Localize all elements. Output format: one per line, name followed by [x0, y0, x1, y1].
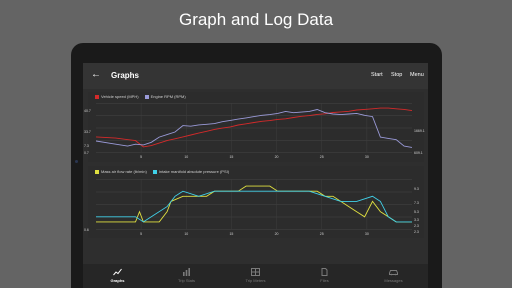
x-tick: 15 [229, 232, 233, 236]
x-tick: 25 [320, 232, 324, 236]
chart-1-plot[interactable]: 5 10 15 20 25 30 [96, 103, 412, 159]
y-tick: 0.6 [84, 228, 89, 232]
file-icon [320, 268, 329, 276]
series-line-vehicle-speed-mph [96, 107, 412, 148]
x-tick: 20 [275, 232, 279, 236]
x-tick: 10 [184, 232, 188, 236]
legend-1: Vehicle speed (MPH) Engine RPM (RPM) [95, 94, 186, 99]
app-screen: ← Graphs Start Stop Menu Vehicle speed (… [83, 63, 428, 288]
chart-panel-1: Vehicle speed (MPH) Engine RPM (RPM) 40.… [84, 92, 425, 162]
y-tick-right: 7.3 [414, 201, 419, 205]
meters-icon [251, 268, 260, 276]
x-tick: 15 [229, 155, 233, 159]
y-tick: 33.7 [84, 130, 91, 134]
tab-messages[interactable]: Messages [359, 264, 428, 288]
y-tick-right: 609.1 [414, 151, 423, 155]
headline: Graph and Log Data [178, 10, 334, 29]
tab-graphs[interactable]: Graphs [83, 264, 152, 288]
y-tick-right: 2.3 [414, 230, 419, 234]
bar-chart-icon [182, 268, 191, 276]
x-tick: 30 [365, 155, 369, 159]
y-tick-right: 5.3 [414, 210, 419, 214]
legend-swatch-maf [95, 169, 99, 174]
tab-label: Graphs [110, 278, 125, 283]
x-tick: 5 [140, 155, 142, 159]
chart-2-plot[interactable]: 5 10 15 20 25 30 [96, 179, 412, 236]
x-tick: 10 [184, 155, 188, 159]
y-tick-right: 3.3 [414, 218, 419, 222]
page-title: Graphs [111, 71, 140, 80]
camera-dot [75, 160, 78, 163]
legend-swatch-map [152, 169, 157, 174]
line-chart-icon [113, 268, 122, 276]
tab-label: Trip Meters [245, 278, 266, 283]
legend-label-map: Intake manifold absolute pressure (PSI) [158, 169, 230, 174]
x-tick: 30 [365, 232, 369, 236]
tab-trip-stats[interactable]: Trip Stats [152, 264, 221, 288]
tab-label: Trip Stats [178, 278, 195, 283]
legend-label-maf: Mass air flow rate (lb/min) [101, 169, 147, 174]
tab-label: Messages [384, 278, 403, 283]
app-bar: ← Graphs Start Stop Menu [83, 63, 428, 89]
bottom-nav: Graphs Trip Stats Trip Meters Files Mess… [83, 264, 428, 288]
x-tick: 20 [275, 155, 279, 159]
y-tick: 0.7 [84, 151, 89, 155]
x-tick: 5 [140, 232, 142, 236]
legend-swatch-rpm [144, 94, 149, 99]
y-tick-right: 2.3 [414, 224, 419, 228]
chart-panel-2: Mass air flow rate (lb/min) Intake manif… [84, 166, 424, 238]
tab-files[interactable]: Files [290, 264, 359, 288]
stop-button[interactable]: Stop [391, 72, 402, 78]
y-tick-right: 1669.1 [414, 129, 425, 133]
legend-label-rpm: Engine RPM (RPM) [150, 94, 186, 99]
tab-trip-meters[interactable]: Trip Meters [221, 264, 290, 288]
y-tick: 40.7 [84, 109, 91, 113]
legend-2: Mass air flow rate (lb/min) Intake manif… [95, 169, 229, 174]
series-line-engine-rpm-rpm [96, 109, 412, 148]
legend-swatch-speed [95, 94, 99, 99]
y-tick-right: 9.3 [414, 187, 419, 191]
back-arrow-icon[interactable]: ← [91, 69, 101, 80]
car-icon [389, 268, 398, 276]
x-tick: 25 [320, 155, 324, 159]
start-button[interactable]: Start [371, 72, 383, 78]
legend-label-speed: Vehicle speed (MPH) [101, 94, 139, 99]
y-tick: 7.3 [84, 144, 89, 148]
tab-label: Files [320, 278, 329, 283]
menu-button[interactable]: Menu [410, 72, 424, 78]
